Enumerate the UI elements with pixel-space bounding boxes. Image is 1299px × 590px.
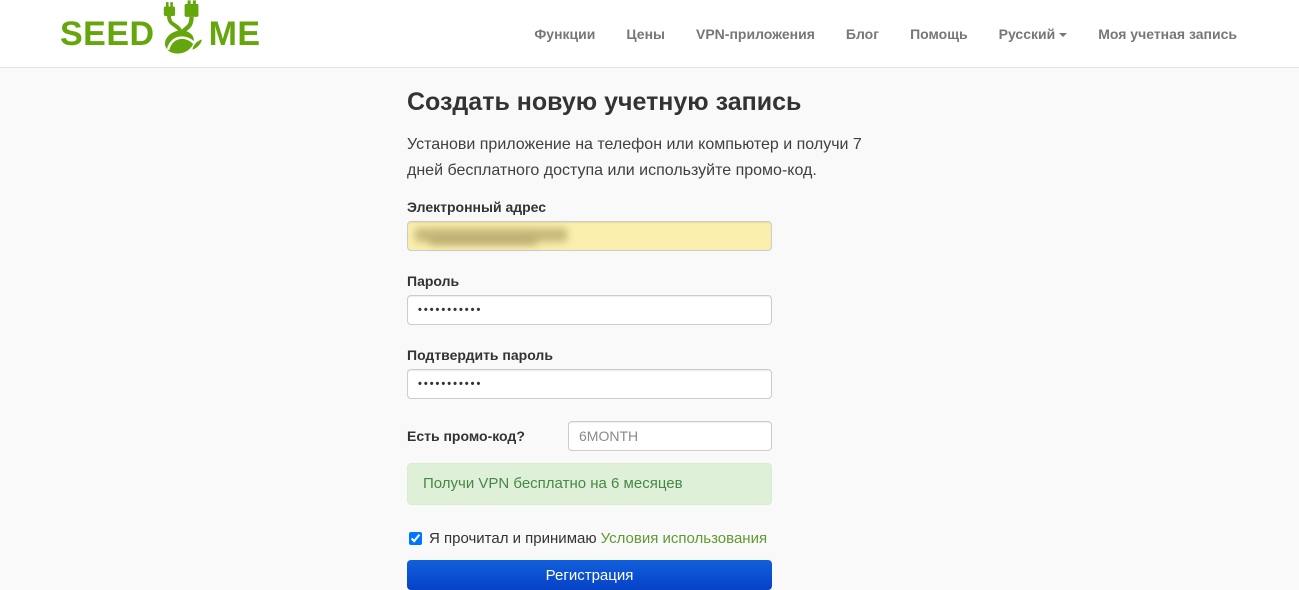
email-label: Электронный адрес: [407, 199, 547, 215]
nav-item-features[interactable]: Функции: [534, 26, 595, 42]
password-input[interactable]: [407, 295, 772, 325]
register-button[interactable]: Регистрация: [407, 560, 772, 590]
main-nav: Функции Цены VPN-приложения Блог Помощь …: [534, 0, 1237, 68]
nav-item-my-account[interactable]: Моя учетная запись: [1098, 26, 1237, 42]
header: SEED ME Функции Цены VPN-приложения Блог…: [0, 0, 1299, 68]
password-label: Пароль: [407, 273, 460, 289]
promo-input[interactable]: [568, 421, 772, 451]
language-dropdown[interactable]: Русский: [999, 26, 1068, 42]
nav-item-pricing[interactable]: Цены: [626, 26, 665, 42]
password-confirm-input[interactable]: [407, 369, 772, 399]
password-confirm-label: Подтвердить пароль: [407, 347, 553, 363]
promo-success-message: Получи VPN бесплатно на 6 месяцев: [407, 463, 772, 505]
terms-row: Я прочитал и принимаю Условия использова…: [407, 530, 772, 547]
brand-logo-text-right: ME: [208, 15, 261, 53]
password-field-group: Пароль: [407, 273, 772, 325]
email-field: [407, 221, 772, 251]
chevron-down-icon: [1059, 33, 1068, 38]
terms-checkbox[interactable]: [409, 532, 422, 545]
page-title: Создать новую учетную запись: [407, 88, 802, 116]
nav-item-blog[interactable]: Блог: [846, 26, 879, 42]
redacted-email-value: [429, 239, 537, 245]
brand-logo-text-left: SEED: [60, 15, 155, 53]
promo-field-group: Есть промо-код?: [407, 421, 772, 451]
nav-item-vpn-apps[interactable]: VPN-приложения: [696, 26, 815, 42]
page-subtitle: Установи приложение на телефон или компь…: [407, 136, 862, 179]
seed-plug-icon: [156, 0, 208, 63]
brand-logo[interactable]: SEED ME: [60, 0, 261, 68]
email-field-group: Электронный адрес: [407, 199, 772, 251]
signup-page: Создать новую учетную запись Установи пр…: [0, 68, 1299, 590]
password-confirm-field-group: Подтвердить пароль: [407, 347, 772, 399]
terms-link[interactable]: Условия использования: [601, 530, 768, 547]
promo-label: Есть промо-код?: [407, 428, 525, 444]
terms-text: Я прочитал и принимаю: [429, 530, 597, 547]
language-dropdown-label: Русский: [998, 26, 1056, 42]
nav-item-help[interactable]: Помощь: [910, 26, 968, 42]
